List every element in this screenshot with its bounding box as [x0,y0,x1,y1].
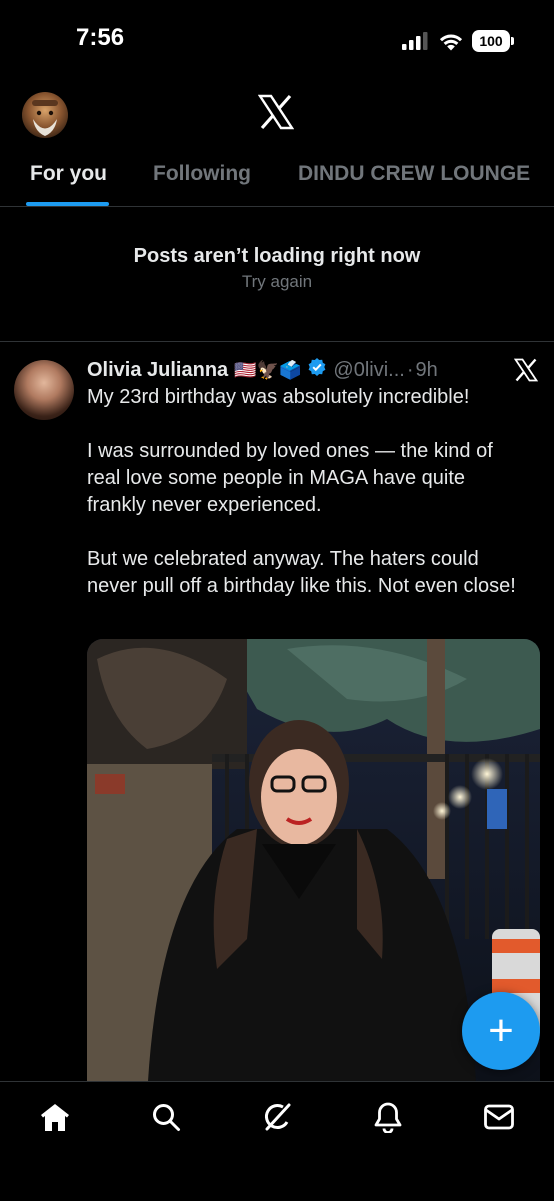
post-author-emojis: 🇺🇸🦅🗳️ [234,359,302,380]
post-paragraph: My 23rd birthday was absolutely incredib… [87,386,470,408]
loading-error-notice: Posts aren’t loading right now Try again [0,245,554,292]
timeline-tabs: For you Following DINDU CREW LOUNGE [0,150,554,207]
post-paragraph: But we celebrated anyway. The haters cou… [87,548,516,597]
user-avatar-icon[interactable] [22,92,68,138]
x-logo-icon[interactable] [513,358,539,387]
try-again-link[interactable]: Try again [0,272,554,292]
top-header [0,80,554,150]
bottom-navigation [0,1081,554,1201]
compose-post-button[interactable]: + [462,992,540,1070]
active-tab-indicator [26,202,109,206]
post-text: My 23rd birthday was absolutely incredib… [87,384,527,627]
tab-for-you[interactable]: For you [30,162,107,186]
cellular-signal-icon [402,32,428,50]
x-logo-icon[interactable] [257,94,295,135]
battery-indicator: 100 [472,30,514,52]
post-card[interactable]: Olivia Julianna 🇺🇸🦅🗳️ @0livi... · 9h My … [0,341,554,1082]
status-icons: 100 [402,30,514,52]
messages-icon[interactable] [482,1100,516,1134]
tab-following[interactable]: Following [153,162,251,186]
post-author-handle[interactable]: @0livi... [333,359,404,382]
post-header: Olivia Julianna 🇺🇸🦅🗳️ @0livi... · 9h [87,357,438,383]
grok-icon[interactable] [260,1100,294,1134]
status-bar: 7:56 100 [0,0,554,80]
notice-title: Posts aren’t loading right now [133,245,421,267]
post-timestamp: 9h [415,358,438,381]
notifications-icon[interactable] [371,1100,405,1134]
tab-dindu-crew-lounge[interactable]: DINDU CREW LOUNGE [298,162,530,186]
post-paragraph: I was surrounded by loved ones — the kin… [87,440,493,516]
search-icon[interactable] [149,1100,183,1134]
home-icon[interactable] [38,1100,72,1134]
post-author-name[interactable]: Olivia Julianna [87,359,228,382]
status-time: 7:56 [76,24,125,51]
wifi-icon [439,34,463,50]
post-meta-separator: · [406,358,414,381]
verified-badge-icon [307,357,327,383]
post-author-avatar[interactable] [14,360,74,420]
